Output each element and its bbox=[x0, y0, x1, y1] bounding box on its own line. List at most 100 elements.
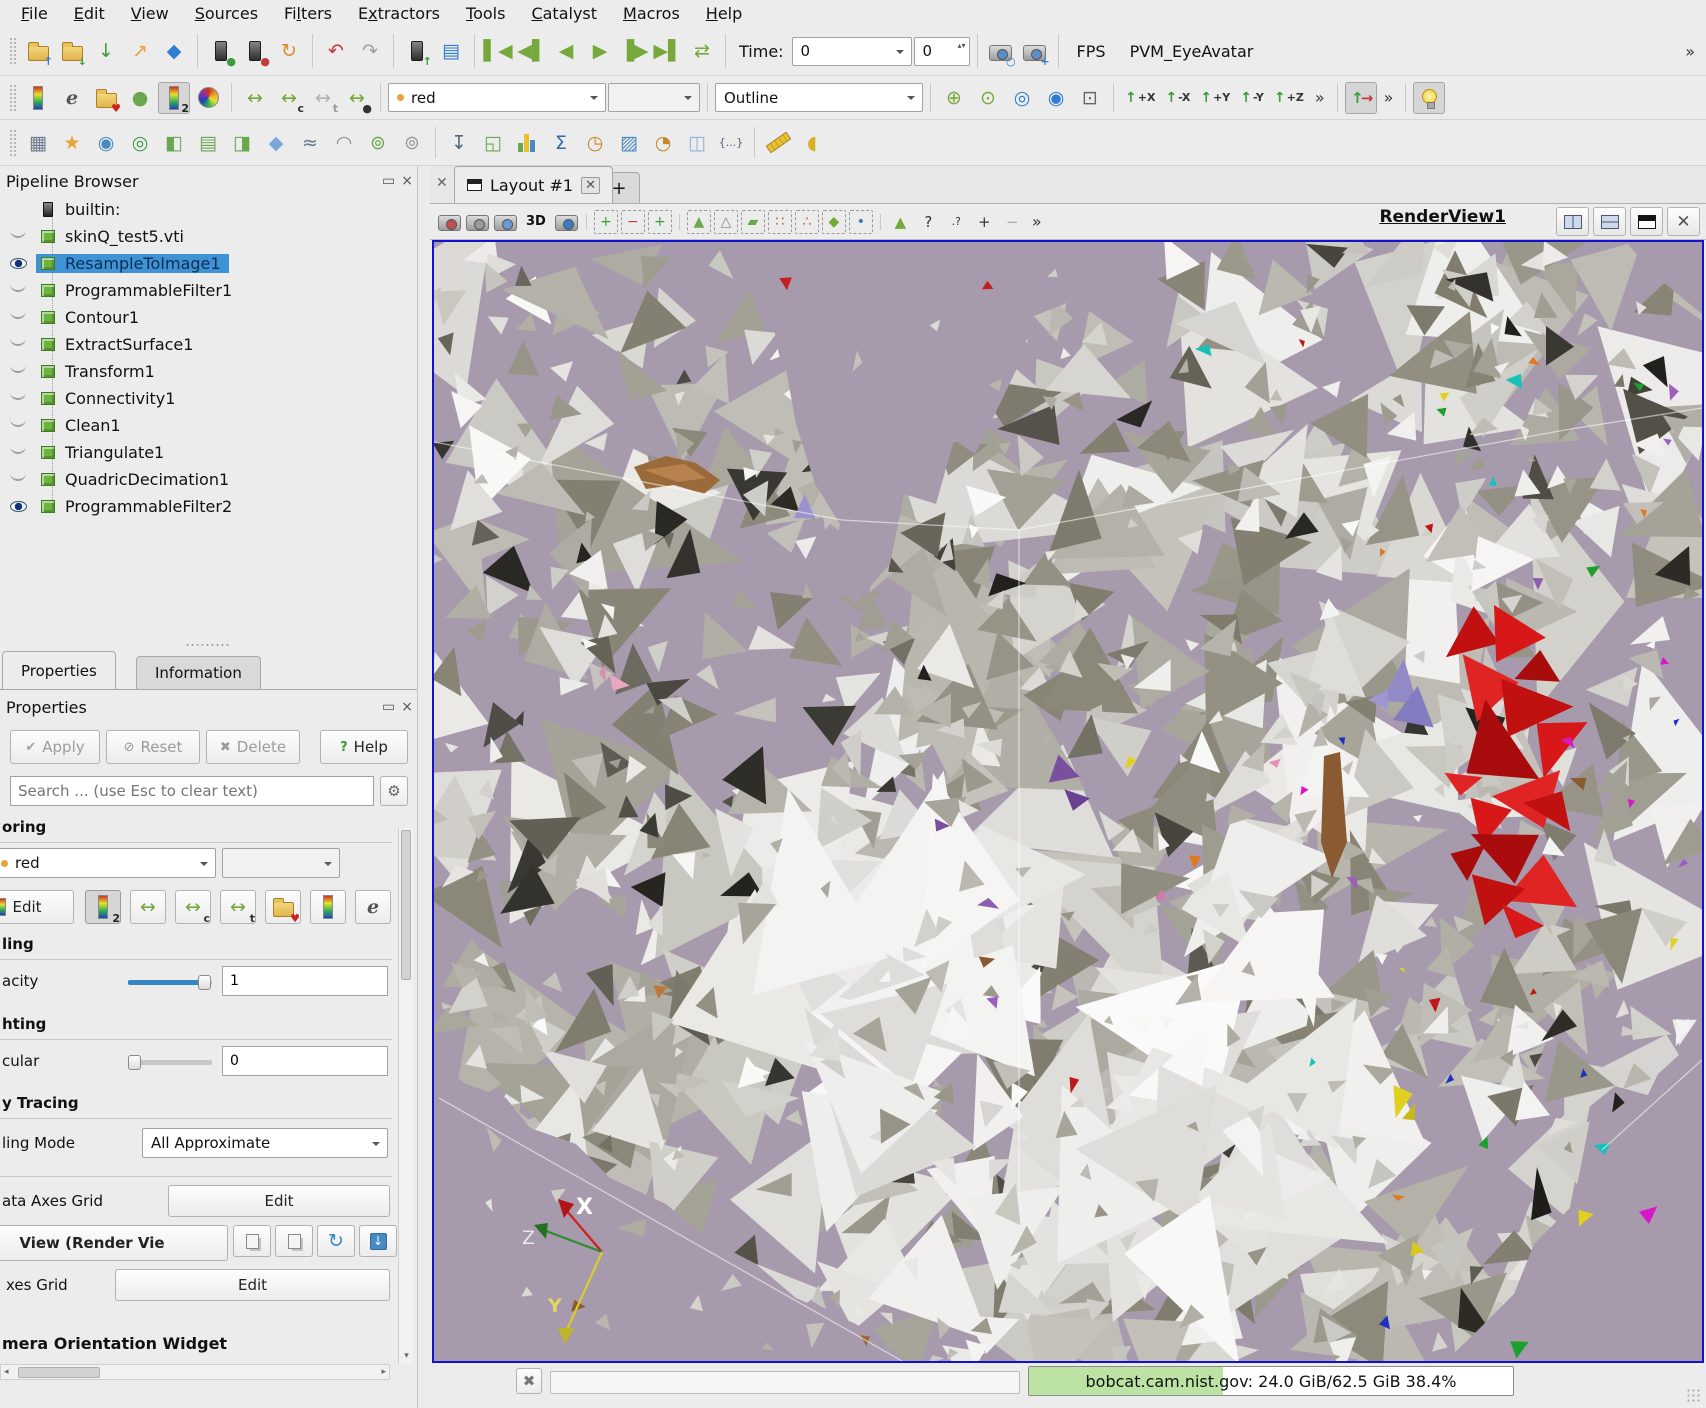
pipeline-item-programmablefilter1[interactable]: ProgrammableFilter1 bbox=[0, 277, 417, 304]
select-points-through-button[interactable]: ∴ bbox=[795, 210, 819, 234]
ungroup-button[interactable]: ⊚ bbox=[396, 127, 428, 159]
toolbar-grip[interactable] bbox=[9, 84, 17, 112]
group-datasets-button[interactable]: ⊚ bbox=[362, 127, 394, 159]
apply-button[interactable]: ✔ Apply bbox=[10, 730, 100, 764]
vcr-play-button[interactable]: ▶ bbox=[584, 35, 616, 67]
shading-mode-combobox[interactable]: All Approximate bbox=[142, 1128, 388, 1158]
camera-plus-z-button[interactable]: ↑+Z bbox=[1270, 83, 1308, 113]
select-block-button[interactable]: ▰ bbox=[741, 210, 765, 234]
use-separate-opacity-toggle[interactable]: 2 bbox=[158, 82, 190, 114]
dock-close-icon[interactable]: ✕ bbox=[436, 175, 448, 191]
interactive-select-cells-button[interactable]: ◆ bbox=[822, 210, 846, 234]
pipeline-item-builtin-[interactable]: builtin: bbox=[0, 196, 417, 223]
vertical-scroll-thumb[interactable] bbox=[401, 830, 411, 980]
select-cells-polygon-button[interactable]: ▲ bbox=[687, 210, 711, 234]
disconnect-server-button[interactable]: ● bbox=[239, 35, 271, 67]
color-component-combobox-panel[interactable] bbox=[222, 848, 340, 878]
specular-input[interactable] bbox=[222, 1046, 388, 1076]
camera-plus-x-button[interactable]: ↑+X bbox=[1121, 83, 1159, 113]
save-view-settings-button[interactable]: ↓ bbox=[359, 1225, 397, 1257]
search-settings-button[interactable]: ⚙ bbox=[380, 776, 408, 806]
menu-help[interactable]: Help bbox=[695, 2, 753, 25]
add-camera-link-button[interactable]: + bbox=[1019, 35, 1051, 67]
close-dock-icon[interactable]: × bbox=[401, 699, 413, 715]
zoom-to-box-button[interactable]: ⊡ bbox=[1074, 82, 1106, 114]
save-screenshot-view-button[interactable] bbox=[436, 208, 463, 235]
macro-fps-button[interactable]: FPS bbox=[1066, 36, 1117, 66]
axes-grid-edit-button[interactable]: Edit bbox=[115, 1269, 390, 1301]
rescale-to-data-button2[interactable]: ↔ bbox=[130, 890, 166, 924]
undo-button[interactable]: ↶ bbox=[320, 35, 352, 67]
rescale-temporal-button[interactable]: ↔t bbox=[307, 82, 339, 114]
separate-colormap-button[interactable]: ● bbox=[124, 82, 156, 114]
horizontal-scroll-thumb[interactable] bbox=[18, 1367, 100, 1378]
opacity-input[interactable] bbox=[222, 966, 388, 996]
rescale-custom-button2[interactable]: ↔c bbox=[175, 890, 211, 924]
visibility-off-icon[interactable] bbox=[0, 478, 36, 481]
plot-selection-over-time-button[interactable]: ◷ bbox=[579, 127, 611, 159]
paste-view-settings-button[interactable] bbox=[275, 1225, 313, 1257]
abort-progress-button[interactable]: ✖ bbox=[516, 1368, 542, 1394]
menu-tools[interactable]: Tools bbox=[455, 2, 516, 25]
visibility-on-icon[interactable] bbox=[0, 501, 36, 512]
save-screenshot-button[interactable]: ↗ bbox=[124, 35, 156, 67]
color-array-combobox[interactable]: red bbox=[388, 83, 606, 112]
reset-session-button[interactable]: ↻ bbox=[273, 35, 305, 67]
extract-selection-button[interactable]: ▨ bbox=[613, 127, 645, 159]
clear-selection-button[interactable]: − bbox=[621, 210, 645, 234]
close-layout-icon[interactable]: ✕ bbox=[581, 177, 600, 194]
vcr-last-frame-button[interactable]: ▶▌ bbox=[652, 35, 684, 67]
plot-over-line-button[interactable]: ◱ bbox=[477, 127, 509, 159]
menu-filters[interactable]: Filters bbox=[273, 2, 343, 25]
select-points-polygon-button[interactable]: △ bbox=[714, 210, 738, 234]
zoom-closest-button[interactable]: ⊙ bbox=[972, 82, 1004, 114]
close-view-button[interactable]: ✕ bbox=[1667, 207, 1700, 236]
axes-toolbar-overflow[interactable]: » bbox=[1379, 88, 1399, 107]
point-interpolator-button[interactable]: ◉ bbox=[90, 127, 122, 159]
pipeline-item-skinq-test5-vti[interactable]: skinQ_test5.vti bbox=[0, 223, 417, 250]
copy-screenshot-button[interactable] bbox=[492, 208, 519, 235]
save-data-button[interactable]: ↓ bbox=[90, 35, 122, 67]
redo-button[interactable]: ↷ bbox=[354, 35, 386, 67]
toolbar-grip[interactable] bbox=[9, 37, 17, 65]
pipeline-item-quadricdecimation1[interactable]: QuadricDecimation1 bbox=[0, 466, 417, 493]
choose-preset-button2[interactable]: ♥ bbox=[265, 890, 301, 924]
edit-colormap-button2[interactable]: e bbox=[355, 890, 391, 924]
scroll-down-icon[interactable]: ▾ bbox=[399, 1348, 414, 1364]
reset-camera-button[interactable]: ◎ bbox=[1006, 82, 1038, 114]
maximize-view-button[interactable] bbox=[1630, 207, 1663, 236]
choose-preset-button[interactable]: ♥ bbox=[90, 82, 122, 114]
specular-slider[interactable] bbox=[128, 1060, 212, 1065]
select-cells-rect-button[interactable]: + bbox=[594, 210, 618, 234]
view-toolbar-overflow[interactable]: » bbox=[1027, 212, 1047, 231]
vcr-step-back-button[interactable]: ◀▌ bbox=[516, 35, 548, 67]
server-up-button[interactable]: ↑ bbox=[401, 35, 433, 67]
visibility-off-icon[interactable] bbox=[0, 397, 36, 400]
menu-file[interactable]: File bbox=[10, 2, 59, 25]
select-points-rect-button[interactable]: + bbox=[648, 210, 672, 234]
pipeline-item-clean1[interactable]: Clean1 bbox=[0, 412, 417, 439]
edit-colormap-panel-button[interactable]: Edit bbox=[0, 890, 74, 924]
rescale-temporal-button2[interactable]: ↔t bbox=[220, 890, 256, 924]
pipeline-item-connectivity1[interactable]: Connectivity1 bbox=[0, 385, 417, 412]
save-animation-view-button[interactable] bbox=[464, 208, 491, 235]
help-button[interactable]: ? Help bbox=[320, 730, 408, 764]
render-view-3d[interactable]: XZY bbox=[432, 240, 1704, 1363]
camera-orientation-toggle[interactable]: ↑→ bbox=[1345, 82, 1377, 114]
float-dock-icon[interactable]: ▭ bbox=[382, 173, 395, 189]
show-colorbar-toggle2[interactable] bbox=[310, 890, 346, 924]
pipeline-item-triangulate1[interactable]: Triangulate1 bbox=[0, 439, 417, 466]
scroll-left-icon[interactable]: ◂ bbox=[4, 1367, 9, 1377]
scroll-right-icon[interactable]: ▸ bbox=[381, 1367, 386, 1377]
adjust-camera-button[interactable] bbox=[553, 208, 580, 235]
ruler-button[interactable] bbox=[762, 127, 794, 159]
reset-camera-closest-button[interactable]: ◉ bbox=[1040, 82, 1072, 114]
time-value-combobox[interactable]: 0 bbox=[792, 37, 912, 66]
tab-layout-1[interactable]: Layout #1 ✕ bbox=[454, 166, 613, 203]
warp-filter-button[interactable]: ◠ bbox=[328, 127, 360, 159]
split-vertical-button[interactable] bbox=[1593, 207, 1626, 236]
hover-points-button[interactable]: .? bbox=[943, 208, 970, 235]
search-input[interactable] bbox=[10, 776, 374, 806]
pipeline-item-contour1[interactable]: Contour1 bbox=[0, 304, 417, 331]
save-animation-button[interactable]: ◆ bbox=[158, 35, 190, 67]
